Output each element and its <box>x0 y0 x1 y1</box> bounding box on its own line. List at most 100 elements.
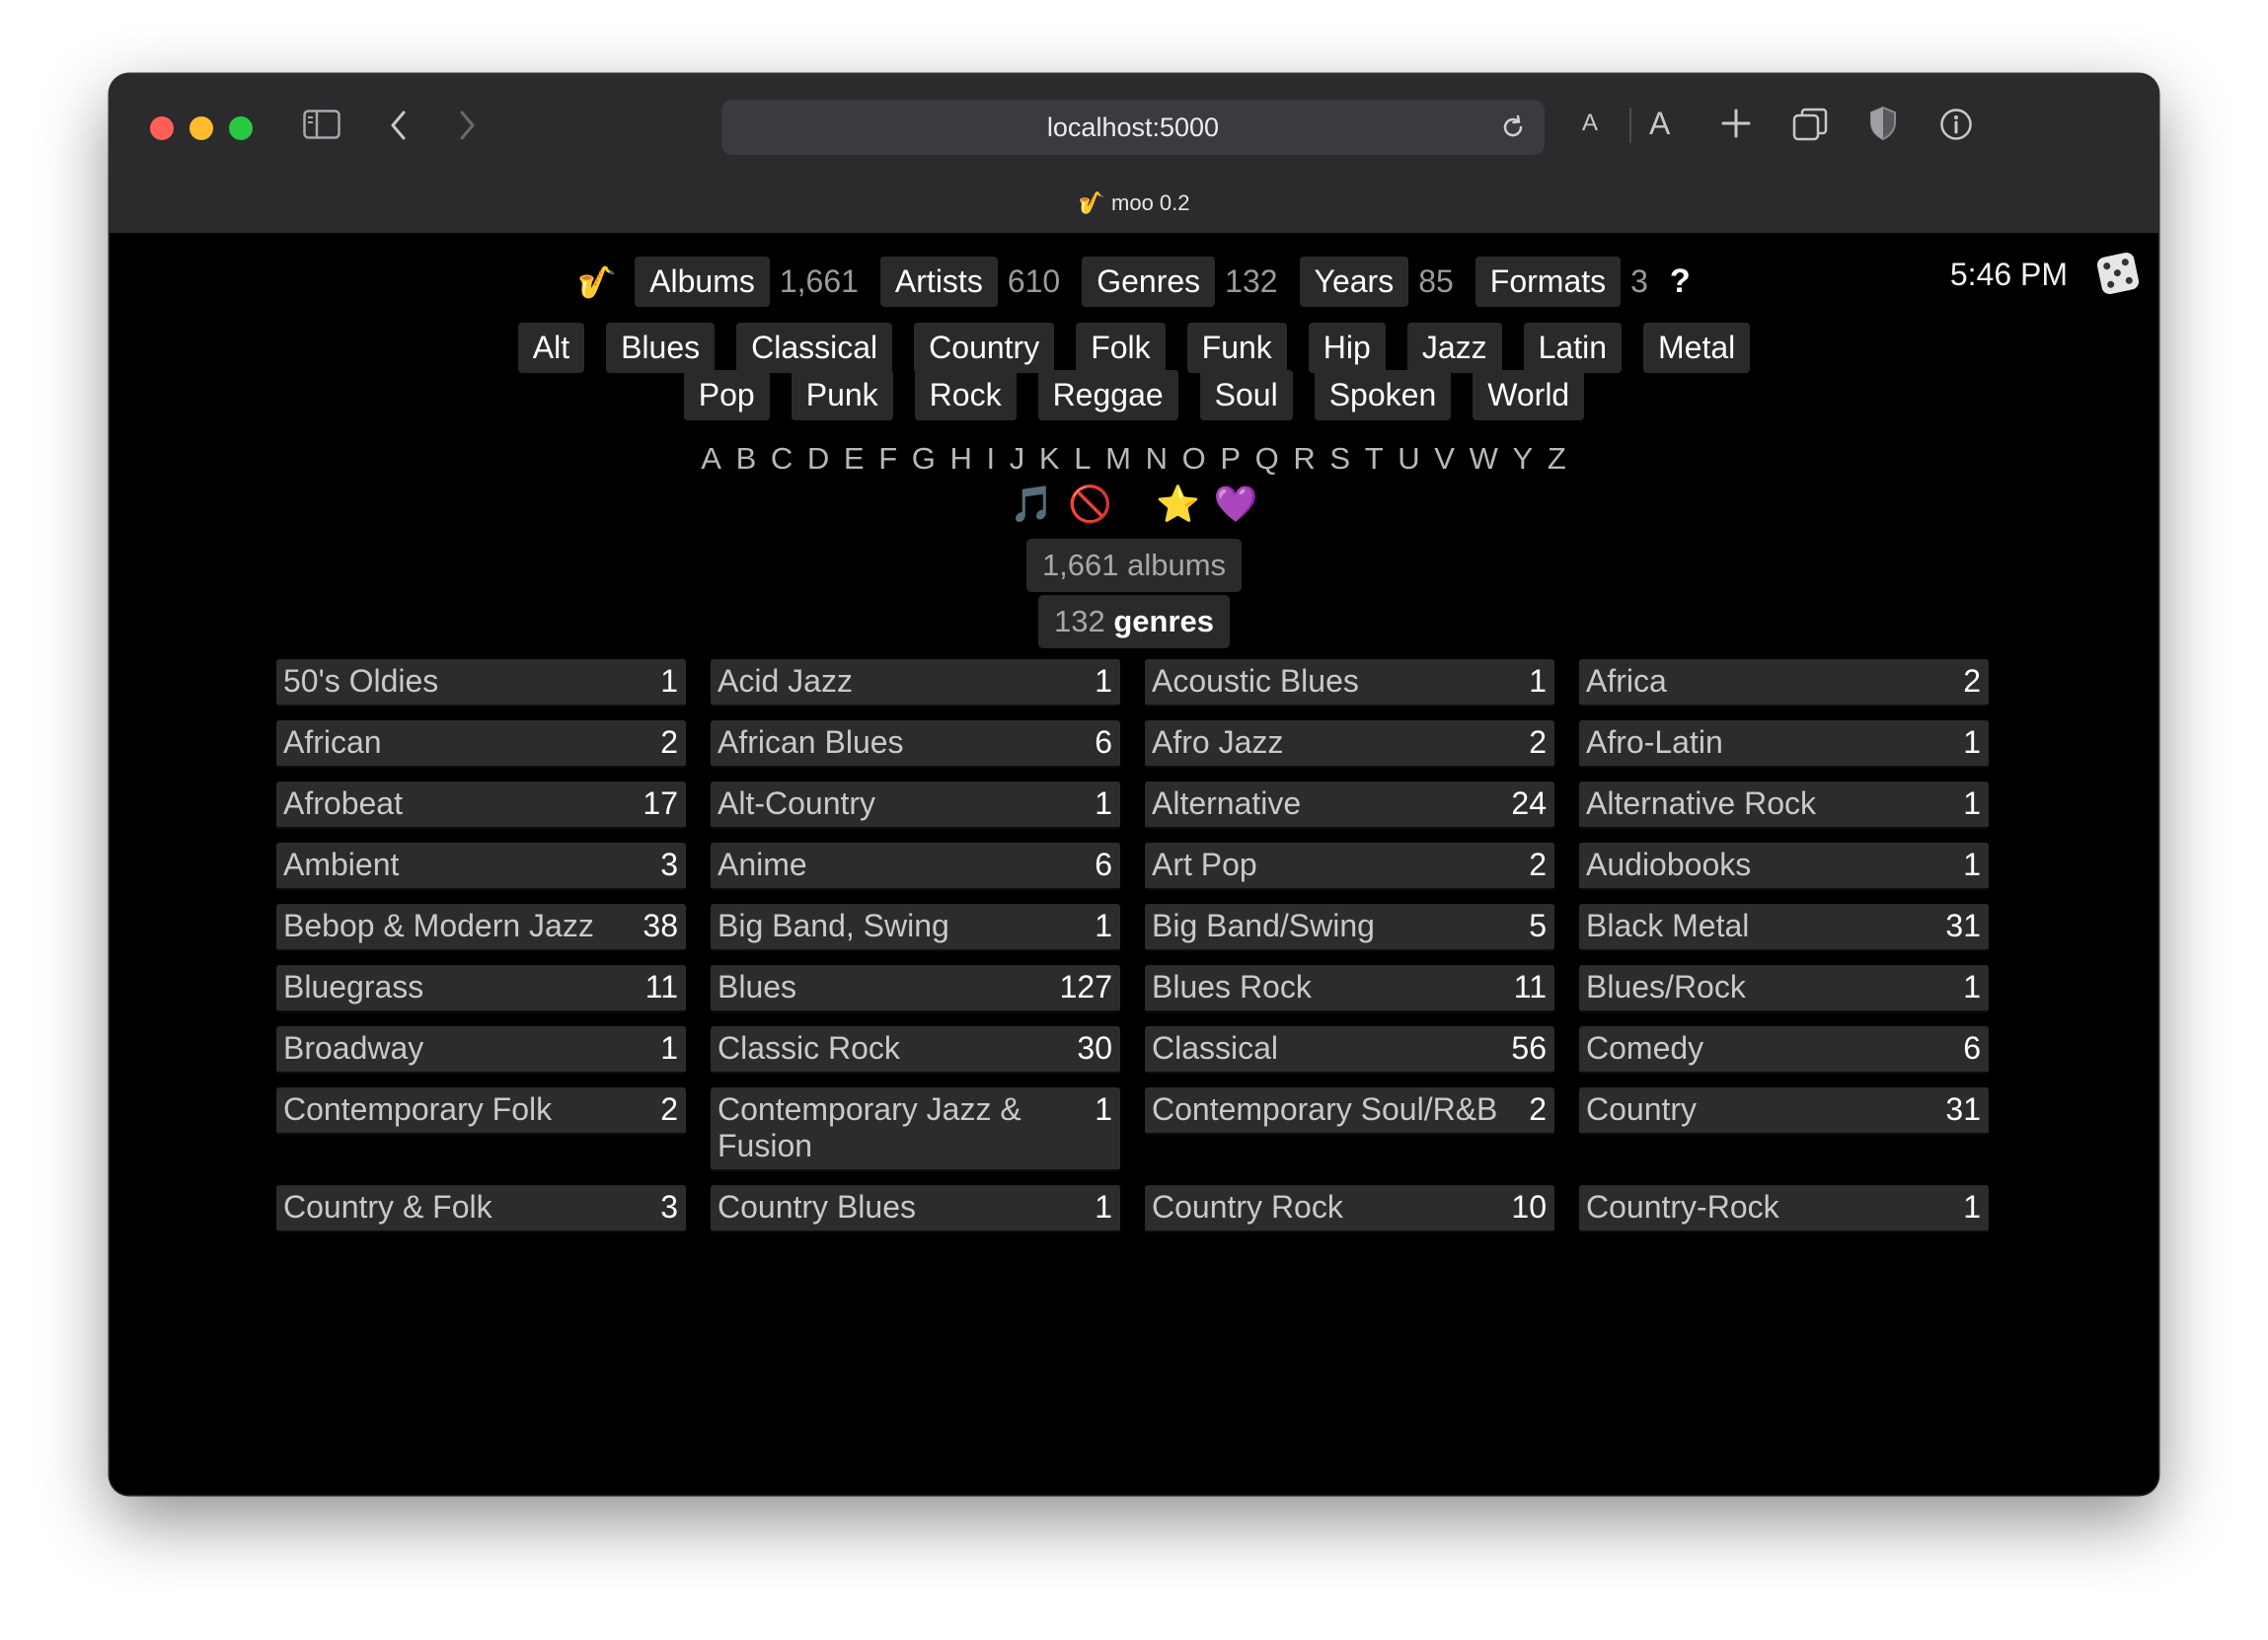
genre-chip[interactable]: Reggae <box>1037 370 1178 420</box>
genre-chip[interactable]: Blues <box>606 323 716 373</box>
genre-chip[interactable]: Country <box>914 323 1055 373</box>
alphabet-letter[interactable]: W <box>1470 441 1499 476</box>
alphabet-letter[interactable]: D <box>807 441 830 476</box>
alphabet-letter[interactable]: J <box>1010 441 1026 476</box>
saxophone-logo-icon[interactable]: 🎷 <box>577 263 617 301</box>
star-icon[interactable]: ⭐ <box>1156 484 1200 525</box>
alphabet-letter[interactable]: G <box>912 441 937 476</box>
years-button[interactable]: Years <box>1299 257 1409 307</box>
zoom-window-button[interactable] <box>229 116 253 140</box>
genre-chip[interactable]: Pop <box>683 370 770 420</box>
genre-cell[interactable]: Classical 56 <box>1145 1026 1554 1074</box>
info-icon[interactable] <box>1939 108 1973 141</box>
genre-cell[interactable]: Afro-Latin 1 <box>1579 720 1989 768</box>
genre-chip[interactable]: Rock <box>914 370 1017 420</box>
genre-cell[interactable]: Contemporary Soul/R&B 2 <box>1145 1087 1554 1135</box>
music-note-icon[interactable]: 🎵 <box>1010 484 1054 525</box>
forward-icon[interactable] <box>457 110 477 141</box>
genre-chip[interactable]: Alt <box>517 323 585 373</box>
alphabet-letter[interactable]: F <box>878 441 898 476</box>
genre-chip[interactable]: Punk <box>791 370 893 420</box>
alphabet-letter[interactable]: Q <box>1255 441 1280 476</box>
minimize-window-button[interactable] <box>189 116 213 140</box>
artists-button[interactable]: Artists <box>879 257 998 307</box>
alphabet-letter[interactable]: H <box>950 441 973 476</box>
text-smaller-icon[interactable]: A <box>1582 110 1598 137</box>
back-icon[interactable] <box>389 110 409 141</box>
purple-heart-icon[interactable]: 💜 <box>1214 484 1258 525</box>
genre-chip[interactable]: Soul <box>1199 370 1293 420</box>
alphabet-letter[interactable]: P <box>1220 441 1242 476</box>
close-window-button[interactable] <box>150 116 174 140</box>
genre-cell[interactable]: Big Band, Swing 1 <box>711 904 1120 951</box>
genre-cell[interactable]: Black Metal 31 <box>1579 904 1989 951</box>
genre-chip[interactable]: Spoken <box>1314 370 1452 420</box>
genre-cell[interactable]: Art Pop 2 <box>1145 843 1554 890</box>
alphabet-letter[interactable]: O <box>1182 441 1207 476</box>
genre-cell[interactable]: Comedy 6 <box>1579 1026 1989 1074</box>
genre-cell[interactable]: Classic Rock 30 <box>711 1026 1120 1074</box>
genre-cell[interactable]: Blues 127 <box>711 965 1120 1012</box>
genres-button[interactable]: Genres <box>1082 257 1216 307</box>
alphabet-letter[interactable]: T <box>1365 441 1385 476</box>
genre-cell[interactable]: Anime 6 <box>711 843 1120 890</box>
genre-cell[interactable]: Country-Rock 1 <box>1579 1185 1989 1232</box>
new-tab-icon[interactable] <box>1720 108 1752 139</box>
genre-chip[interactable]: World <box>1473 370 1585 420</box>
genre-chip[interactable]: Latin <box>1523 323 1622 373</box>
genres-total-pill[interactable]: 132 genres <box>1037 595 1231 648</box>
genre-cell[interactable]: Bebop & Modern Jazz 38 <box>276 904 686 951</box>
albums-button[interactable]: Albums <box>635 257 770 307</box>
genre-cell[interactable]: Acoustic Blues 1 <box>1145 659 1554 707</box>
alphabet-letter[interactable]: Y <box>1513 441 1535 476</box>
formats-button[interactable]: Formats <box>1474 257 1622 307</box>
albums-total-pill[interactable]: 1,661 albums <box>1025 539 1243 592</box>
genre-cell[interactable]: Afro Jazz 2 <box>1145 720 1554 768</box>
genre-cell[interactable]: Acid Jazz 1 <box>711 659 1120 707</box>
alphabet-letter[interactable]: K <box>1039 441 1061 476</box>
alphabet-letter[interactable]: A <box>701 441 722 476</box>
genre-cell[interactable]: Big Band/Swing 5 <box>1145 904 1554 951</box>
genre-cell[interactable]: Africa 2 <box>1579 659 1989 707</box>
alphabet-letter[interactable]: I <box>987 441 997 476</box>
genre-cell[interactable]: Broadway 1 <box>276 1026 686 1074</box>
prohibited-icon[interactable]: 🚫 <box>1068 484 1112 525</box>
genre-cell[interactable]: Country & Folk 3 <box>276 1185 686 1232</box>
genre-chip[interactable]: Funk <box>1186 323 1287 373</box>
genre-chip[interactable]: Folk <box>1076 323 1166 373</box>
genre-cell[interactable]: Country Blues 1 <box>711 1185 1120 1232</box>
alphabet-letter[interactable]: C <box>771 441 794 476</box>
sidebar-toggle-icon[interactable] <box>303 110 340 139</box>
genre-cell[interactable]: Audiobooks 1 <box>1579 843 1989 890</box>
genre-cell[interactable]: Contemporary Folk 2 <box>276 1087 686 1135</box>
genre-cell[interactable]: Blues Rock 11 <box>1145 965 1554 1012</box>
genre-cell[interactable]: Ambient 3 <box>276 843 686 890</box>
genre-cell[interactable]: Country Rock 10 <box>1145 1185 1554 1232</box>
reload-icon[interactable] <box>1499 113 1527 148</box>
genre-cell[interactable]: 50's Oldies 1 <box>276 659 686 707</box>
genre-cell[interactable]: Contemporary Jazz & Fusion 1 <box>711 1087 1120 1171</box>
genre-cell[interactable]: Afrobeat 17 <box>276 782 686 829</box>
genre-chip[interactable]: Metal <box>1643 323 1751 373</box>
alphabet-letter[interactable]: V <box>1434 441 1456 476</box>
genre-chip[interactable]: Hip <box>1308 323 1386 373</box>
shield-icon[interactable] <box>1868 106 1898 141</box>
genre-cell[interactable]: Blues/Rock 1 <box>1579 965 1989 1012</box>
tab-overview-icon[interactable] <box>1792 108 1828 141</box>
genre-cell[interactable]: African 2 <box>276 720 686 768</box>
genre-cell[interactable]: Alternative 24 <box>1145 782 1554 829</box>
genre-chip[interactable]: Jazz <box>1406 323 1502 373</box>
genre-cell[interactable]: Alternative Rock 1 <box>1579 782 1989 829</box>
alphabet-letter[interactable]: U <box>1398 441 1420 476</box>
alphabet-letter[interactable]: S <box>1329 441 1351 476</box>
alphabet-letter[interactable]: Z <box>1548 441 1567 476</box>
genre-cell[interactable]: Bluegrass 11 <box>276 965 686 1012</box>
tab-title[interactable]: 🎷 moo 0.2 <box>110 190 2158 216</box>
alphabet-letter[interactable]: R <box>1293 441 1316 476</box>
alphabet-letter[interactable]: N <box>1146 441 1169 476</box>
alphabet-letter[interactable]: B <box>736 441 758 476</box>
genre-chip[interactable]: Classical <box>736 323 893 373</box>
alphabet-letter[interactable]: E <box>844 441 866 476</box>
help-button[interactable]: ? <box>1670 262 1691 301</box>
genre-cell[interactable]: Alt-Country 1 <box>711 782 1120 829</box>
